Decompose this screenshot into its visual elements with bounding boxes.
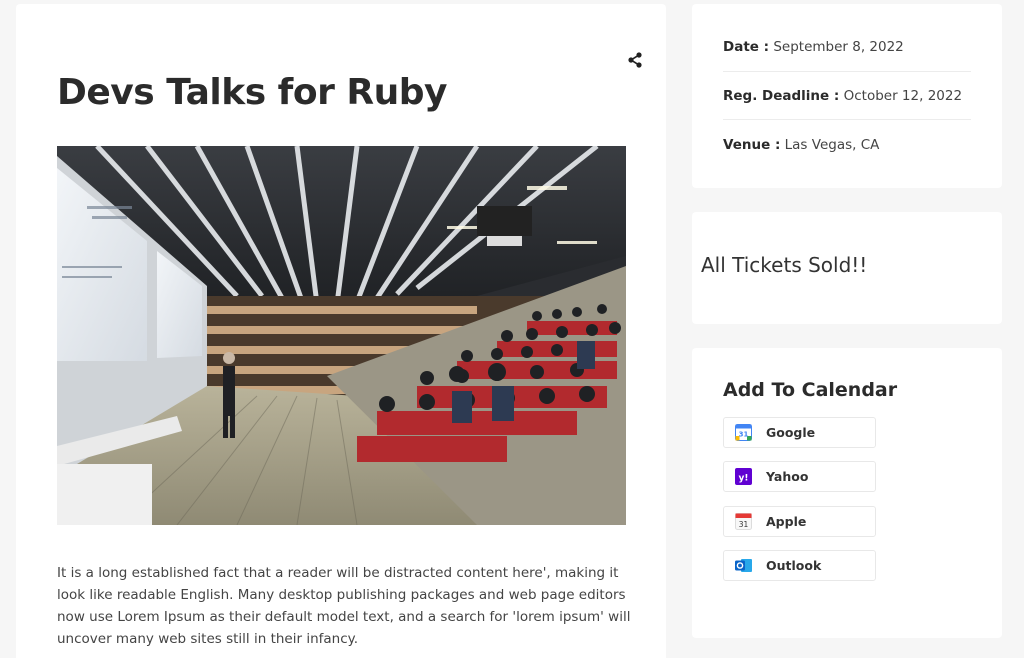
venue-value: Las Vegas, CA xyxy=(784,137,880,153)
google-calendar-icon: 31 xyxy=(735,424,752,441)
apple-calendar-icon: 31 xyxy=(735,513,752,530)
event-venue: Venue : Las Vegas, CA xyxy=(723,137,971,153)
venue-label: Venue : xyxy=(723,137,781,153)
svg-text:y!: y! xyxy=(739,474,749,484)
yahoo-label: Yahoo xyxy=(766,469,809,484)
calendar-title: Add To Calendar xyxy=(723,379,898,401)
add-to-calendar-card: Add To Calendar 31 Google y! Yahoo 31 Ap… xyxy=(692,348,1002,638)
event-title: Devs Talks for Ruby xyxy=(57,72,447,113)
date-label: Date : xyxy=(723,39,770,55)
event-date: Date : September 8, 2022 xyxy=(723,39,971,55)
lecture-hall-photo xyxy=(57,146,626,525)
svg-text:31: 31 xyxy=(739,431,749,439)
outlook-calendar-button[interactable]: Outlook xyxy=(723,550,876,581)
event-description: It is a long established fact that a rea… xyxy=(57,565,631,647)
divider xyxy=(723,71,971,72)
apple-label: Apple xyxy=(766,514,807,529)
event-photo xyxy=(57,146,626,525)
outlook-icon xyxy=(735,559,752,572)
google-calendar-button[interactable]: 31 Google xyxy=(723,417,876,448)
yahoo-icon: y! xyxy=(735,468,752,485)
outlook-label: Outlook xyxy=(766,558,822,573)
apple-calendar-button[interactable]: 31 Apple xyxy=(723,506,876,537)
registration-deadline: Reg. Deadline : October 12, 2022 xyxy=(723,88,971,104)
yahoo-calendar-button[interactable]: y! Yahoo xyxy=(723,461,876,492)
svg-text:31: 31 xyxy=(739,520,749,529)
date-value: September 8, 2022 xyxy=(773,39,904,55)
divider xyxy=(723,119,971,120)
share-icon[interactable] xyxy=(626,51,644,69)
tickets-status: All Tickets Sold!! xyxy=(701,253,868,277)
google-label: Google xyxy=(766,425,816,440)
deadline-label: Reg. Deadline : xyxy=(723,88,840,104)
event-info-card: Date : September 8, 2022 Reg. Deadline :… xyxy=(692,4,1002,188)
deadline-value: October 12, 2022 xyxy=(843,88,963,104)
tickets-card: All Tickets Sold!! xyxy=(692,212,1002,324)
